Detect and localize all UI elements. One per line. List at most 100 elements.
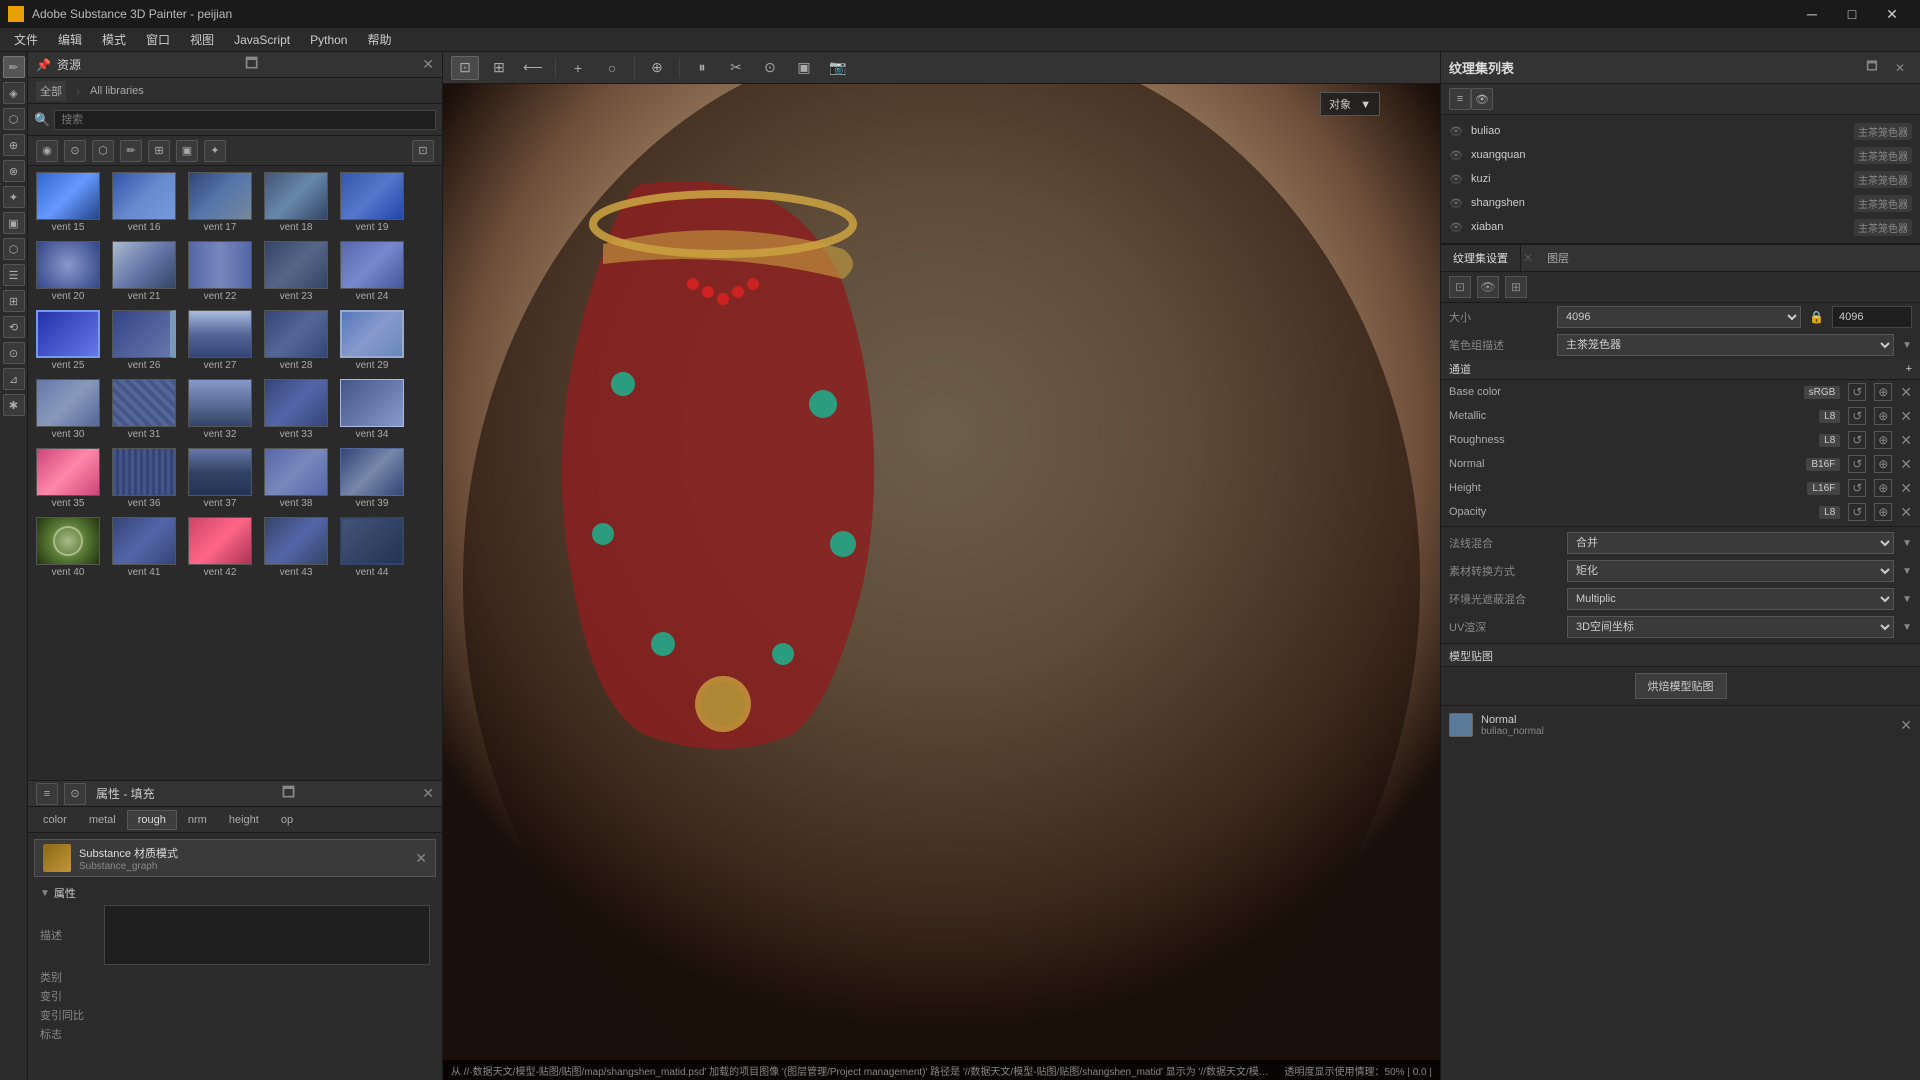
uv-select[interactable]: 3D空间坐标 (1567, 616, 1894, 638)
tab-metal[interactable]: metal (78, 810, 127, 830)
roughness-dup[interactable]: ⊕ (1874, 431, 1892, 449)
texture-list-view[interactable]: ≡ (1449, 88, 1471, 110)
ao-select[interactable]: Multiplic (1567, 588, 1894, 610)
list-item[interactable]: vent 29 (336, 308, 408, 373)
metallic-dup[interactable]: ⊕ (1874, 407, 1892, 425)
asset-icon-4[interactable]: ✏ (120, 140, 142, 162)
list-item[interactable]: vent 15 (32, 170, 104, 235)
asset-icon-7[interactable]: ✦ (204, 140, 226, 162)
viewport-canvas[interactable]: 对象 ▼ 从 //·数据天文/模型-贴图/贴图/map/shangshen_ma… (443, 84, 1440, 1080)
list-item[interactable]: vent 21 (108, 239, 180, 304)
list-item[interactable]: vent 42 (184, 515, 256, 580)
rp-close-icon[interactable]: ✕ (1888, 56, 1912, 80)
float-camera-label[interactable]: 对象 ▼ (1320, 92, 1380, 116)
menu-help[interactable]: 帮助 (357, 29, 401, 50)
list-item[interactable]: vent 25 (32, 308, 104, 373)
asset-icon-6[interactable]: ▣ (176, 140, 198, 162)
normal-del[interactable]: ✕ (1900, 456, 1912, 473)
list-item[interactable]: vent 33 (260, 377, 332, 442)
vt-pause[interactable]: ⏸ (688, 56, 716, 80)
texture-row-buliao[interactable]: 👁 buliao 主茶笼色器 (1441, 119, 1920, 143)
material-close[interactable]: ✕ (415, 850, 427, 867)
eye-icon-xuangquan[interactable]: 👁 (1449, 148, 1463, 162)
material-card[interactable]: Substance 材质模式 Substance_graph ✕ (34, 839, 436, 877)
close-button[interactable]: ✕ (1872, 0, 1912, 28)
vt-obj[interactable]: ▣ (790, 56, 818, 80)
list-item[interactable]: vent 36 (108, 446, 180, 511)
properties-float[interactable]: 🗖 (282, 782, 295, 806)
texture-row-shangshen[interactable]: 👁 shangshen 主茶笼色器 (1441, 191, 1920, 215)
menu-mode[interactable]: 模式 (92, 29, 136, 50)
eye-icon-kuzi[interactable]: 👁 (1449, 172, 1463, 186)
camera-arrow[interactable]: ▼ (1360, 99, 1371, 111)
list-item[interactable]: vent 17 (184, 170, 256, 235)
basecolor-reset[interactable]: ↺ (1848, 383, 1866, 401)
normal-dup[interactable]: ⊕ (1874, 455, 1892, 473)
tab-nrm[interactable]: nrm (177, 810, 218, 830)
tool-transform[interactable]: ▣ (3, 212, 25, 234)
prop-desc-input[interactable] (104, 905, 430, 965)
list-item[interactable]: vent 40 (32, 515, 104, 580)
list-item[interactable]: vent 32 (184, 377, 256, 442)
vt-view-3d[interactable]: ⊡ (451, 56, 479, 80)
vt-cursor[interactable]: ⊕ (643, 56, 671, 80)
menu-python[interactable]: Python (300, 31, 357, 49)
normal-close[interactable]: ✕ (1900, 717, 1912, 734)
panel-pin-icon[interactable]: 📌 (36, 58, 51, 72)
tss-tab-layers[interactable]: 图层 (1535, 245, 1581, 271)
tool-paint[interactable]: ✏ (3, 56, 25, 78)
vt-add[interactable]: + (564, 56, 592, 80)
list-item[interactable]: vent 18 (260, 170, 332, 235)
list-item[interactable]: vent 16 (108, 170, 180, 235)
tab-height[interactable]: height (218, 810, 270, 830)
vt-cut[interactable]: ✂ (722, 56, 750, 80)
maximize-button[interactable]: □ (1832, 0, 1872, 28)
basecolor-del[interactable]: ✕ (1900, 384, 1912, 401)
list-item[interactable]: vent 35 (32, 446, 104, 511)
tss-size-select[interactable]: 4096 2048 1024 (1557, 306, 1801, 328)
list-item[interactable]: vent 37 (184, 446, 256, 511)
eye-icon-shangshen[interactable]: 👁 (1449, 196, 1463, 210)
list-item[interactable]: vent 24 (336, 239, 408, 304)
texture-row-xiaban[interactable]: 👁 xiaban 主茶笼色器 (1441, 215, 1920, 239)
texture-row-kuzi[interactable]: 👁 kuzi 主茶笼色器 (1441, 167, 1920, 191)
collapse-arrow[interactable]: ▼ (40, 888, 50, 899)
asset-icon-3[interactable]: ⬡ (92, 140, 114, 162)
list-item[interactable]: vent 28 (260, 308, 332, 373)
asset-all-label[interactable]: 全部 (36, 81, 66, 101)
list-item[interactable]: vent 44 (336, 515, 408, 580)
asset-icon-grid[interactable]: ⊡ (412, 140, 434, 162)
tool-fill[interactable]: ⬡ (3, 108, 25, 130)
minimize-button[interactable]: ─ (1792, 0, 1832, 28)
menu-edit[interactable]: 编辑 (48, 29, 92, 50)
normal-item[interactable]: Normal buliao_normal ✕ (1449, 710, 1912, 740)
tool-clone[interactable]: ⊕ (3, 134, 25, 156)
list-item[interactable]: vent 38 (260, 446, 332, 511)
vt-camera[interactable]: ○ (598, 56, 626, 80)
opacity-del[interactable]: ✕ (1900, 504, 1912, 521)
tab-op[interactable]: op (270, 810, 304, 830)
menu-window[interactable]: 窗口 (136, 29, 180, 50)
basecolor-dup[interactable]: ⊕ (1874, 383, 1892, 401)
metallic-del[interactable]: ✕ (1900, 408, 1912, 425)
asset-icon-2[interactable]: ⊙ (64, 140, 86, 162)
list-item[interactable]: vent 43 (260, 515, 332, 580)
list-item[interactable]: vent 30 (32, 377, 104, 442)
blend-select[interactable]: 合并 (1567, 532, 1894, 554)
vt-view-split[interactable]: ⟵ (519, 56, 547, 80)
3d-scene[interactable]: 对象 ▼ 从 //·数据天文/模型-贴图/贴图/map/shangshen_ma… (443, 84, 1440, 1080)
eye-icon-xiaban[interactable]: 👁 (1449, 220, 1463, 234)
eye-icon-buliao[interactable]: 👁 (1449, 124, 1463, 138)
asset-panel-x[interactable]: ✕ (422, 56, 434, 73)
menu-javascript[interactable]: JavaScript (224, 31, 300, 49)
menu-file[interactable]: 文件 (4, 29, 48, 50)
tool-measure[interactable]: ⊿ (3, 368, 25, 390)
rp-float-icon[interactable]: 🗖 (1860, 56, 1884, 80)
shading-select[interactable]: 矩化 (1567, 560, 1894, 582)
properties-x[interactable]: ✕ (422, 785, 434, 802)
asset-icon-5[interactable]: ⊞ (148, 140, 170, 162)
add-channel-btn[interactable]: + (1906, 363, 1912, 375)
tss-icon-2[interactable]: 👁 (1477, 276, 1499, 298)
tool-extra[interactable]: ✱ (3, 394, 25, 416)
list-item[interactable]: vent 39 (336, 446, 408, 511)
